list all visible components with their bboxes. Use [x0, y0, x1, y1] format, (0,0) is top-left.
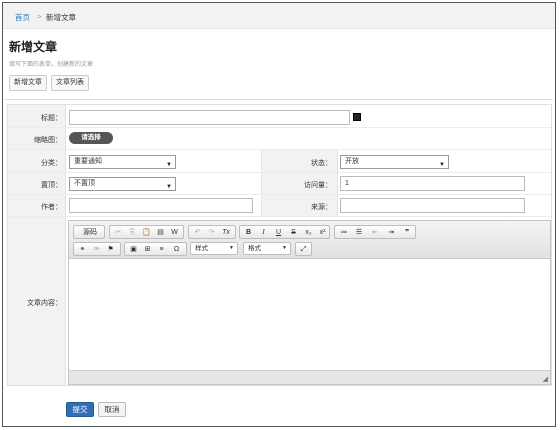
source-input[interactable]: [340, 198, 525, 213]
toolbar-group-basic-style: B I U S x₂ x²: [239, 225, 330, 239]
redo-icon[interactable]: ↷: [205, 227, 218, 238]
source-label: 来源：: [311, 204, 332, 211]
toolbar-group-paragraph: ≔ ☰ ⇤ ⇥ ❞: [334, 225, 416, 239]
editor-content-area[interactable]: [69, 260, 550, 370]
views-input[interactable]: 1: [340, 176, 525, 191]
undo-icon[interactable]: ↶: [191, 227, 204, 238]
link-icon[interactable]: ⚭: [76, 244, 89, 255]
format-dropdown-label: 格式: [248, 245, 261, 252]
cancel-button[interactable]: 取消: [98, 402, 126, 417]
bullet-list-icon[interactable]: ☰: [352, 227, 366, 238]
tab-new-article[interactable]: 新增文章: [9, 75, 47, 91]
bold-icon[interactable]: B: [242, 227, 255, 238]
unlink-icon[interactable]: ⚮: [90, 244, 103, 255]
page-title: 新增文章: [9, 40, 58, 54]
strikethrough-icon[interactable]: S: [287, 227, 300, 238]
status-select[interactable]: 开放 ▼: [340, 155, 449, 169]
subscript-icon[interactable]: x₂: [302, 227, 315, 238]
pin-top-select-value: 不置顶: [74, 180, 95, 187]
title-label: 标题：: [41, 115, 62, 122]
image-icon[interactable]: ▣: [127, 244, 140, 255]
italic-icon[interactable]: I: [257, 227, 270, 238]
row-divider: [8, 194, 551, 195]
status-select-value: 开放: [345, 158, 359, 165]
rich-text-editor: 源码 ✂ ⎘ 📋 ▤ W ↶ ↷ Tx B I U S x₂ x² ≔ ☰ ⇤ …: [68, 220, 551, 385]
superscript-icon[interactable]: x²: [316, 227, 329, 238]
outdent-icon[interactable]: ⇤: [368, 227, 382, 238]
breadcrumb: 首页 > 新增文章: [3, 3, 555, 29]
paste-word-icon[interactable]: W: [168, 227, 181, 238]
dropdown-arrow-icon: ▼: [439, 162, 445, 168]
label-column: [8, 105, 66, 385]
thumbnail-label: 缩略图：: [34, 137, 62, 144]
author-input[interactable]: [69, 198, 253, 213]
anchor-flag-icon[interactable]: ⚑: [104, 244, 117, 255]
color-picker-icon[interactable]: [353, 113, 361, 121]
tab-article-list[interactable]: 文章列表: [51, 75, 89, 91]
remove-format-icon[interactable]: Tx: [219, 227, 233, 238]
underline-icon[interactable]: U: [272, 227, 285, 238]
breadcrumb-separator: >: [37, 12, 42, 21]
dropdown-arrow-icon: ▼: [229, 245, 234, 251]
toolbar-group-source: 源码: [73, 225, 105, 239]
indent-icon[interactable]: ⇥: [384, 227, 398, 238]
horizontal-rule-icon[interactable]: ≡: [155, 244, 168, 255]
author-label: 作者：: [41, 204, 62, 211]
category-select[interactable]: 重要通知 ▼: [69, 155, 176, 169]
editor-status-bar: ◢: [69, 370, 550, 384]
style-dropdown[interactable]: 样式 ▼: [190, 242, 238, 255]
source-button[interactable]: 源码: [76, 227, 104, 238]
category-label: 分类：: [41, 160, 62, 167]
editor-toolbar: 源码 ✂ ⎘ 📋 ▤ W ↶ ↷ Tx B I U S x₂ x² ≔ ☰ ⇤ …: [69, 221, 550, 259]
dropdown-arrow-icon: ▼: [166, 184, 172, 190]
dropdown-arrow-icon: ▼: [166, 162, 172, 168]
toolbar-group-insert: ▣ ⊞ ≡ Ω: [124, 242, 187, 256]
row-divider: [8, 149, 551, 150]
maximize-icon[interactable]: ⤢: [297, 244, 310, 255]
ordered-list-icon[interactable]: ≔: [337, 227, 351, 238]
copy-icon[interactable]: ⎘: [126, 227, 139, 238]
views-label: 访问量：: [304, 182, 332, 189]
row-divider: [8, 127, 551, 128]
submit-button[interactable]: 提交: [66, 402, 94, 417]
breadcrumb-current: 新增文章: [46, 13, 76, 22]
pin-top-select[interactable]: 不置顶 ▼: [69, 177, 176, 191]
select-thumbnail-button[interactable]: 请选择: [69, 132, 113, 144]
toolbar-group-links: ⚭ ⚮ ⚑: [73, 242, 121, 256]
breadcrumb-home-link[interactable]: 首页: [15, 12, 30, 23]
resize-handle-icon[interactable]: ◢: [543, 375, 548, 383]
page-frame: 首页 > 新增文章 新增文章 填写下面的表单，创建新的文章 新增文章 文章列表 …: [2, 2, 556, 427]
status-label: 状态：: [311, 160, 332, 167]
blockquote-icon[interactable]: ❞: [400, 227, 414, 238]
content-label: 文章内容：: [27, 300, 62, 307]
row-divider: [8, 172, 551, 173]
toolbar-group-tools: ⤢: [295, 242, 312, 256]
special-char-icon[interactable]: Ω: [170, 244, 183, 255]
row-divider: [8, 216, 551, 217]
style-dropdown-label: 样式: [195, 245, 208, 252]
paste-icon[interactable]: 📋: [140, 227, 153, 238]
paste-text-icon[interactable]: ▤: [154, 227, 167, 238]
category-select-value: 重要通知: [74, 158, 102, 165]
page-subtitle: 填写下面的表单，创建新的文章: [9, 62, 94, 68]
pin-top-label: 置顶：: [41, 182, 62, 189]
format-dropdown[interactable]: 格式 ▼: [243, 242, 291, 255]
toolbar-group-undo: ↶ ↷ Tx: [188, 225, 236, 239]
title-input[interactable]: [69, 110, 350, 125]
cut-icon[interactable]: ✂: [112, 227, 125, 238]
dropdown-arrow-icon: ▼: [282, 245, 287, 251]
toolbar-group-clipboard: ✂ ⎘ 📋 ▤ W: [109, 225, 184, 239]
table-icon[interactable]: ⊞: [141, 244, 154, 255]
article-form: 标题： 缩略图： 请选择 分类： 重要通知 ▼ 状态： 开放 ▼ 置顶： 不置顶…: [7, 104, 552, 386]
divider: [5, 99, 553, 100]
